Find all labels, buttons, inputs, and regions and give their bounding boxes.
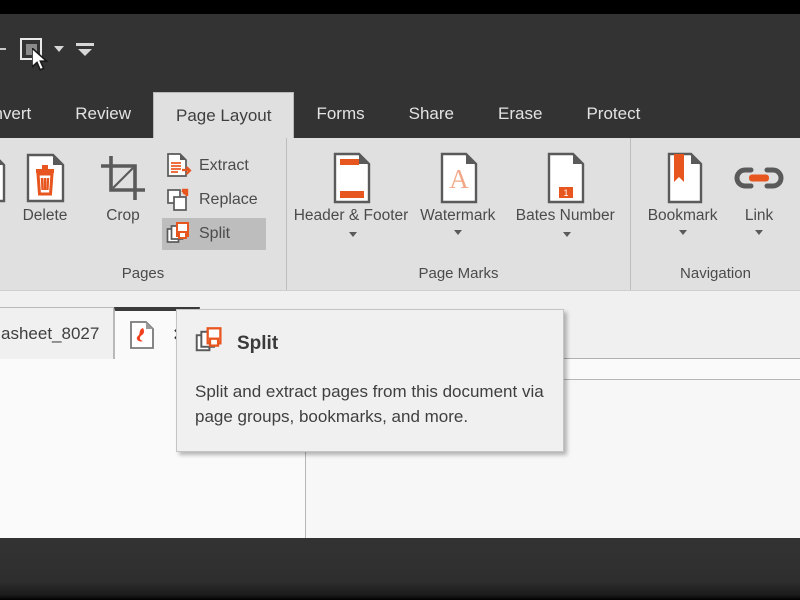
split-label: Split (199, 225, 230, 243)
ribbon-group-pages: e (0, 138, 286, 290)
ribbon-tab-review[interactable]: Review (53, 90, 153, 138)
bookmark-button[interactable]: Bookmark (639, 144, 726, 239)
window-top-edge (0, 0, 800, 14)
ribbon-tab-label: Review (75, 104, 131, 124)
bates-number-button[interactable]: 1 Bates Number (511, 144, 620, 244)
crop-icon (98, 152, 148, 204)
page-trash-icon (22, 152, 68, 204)
bookmark-label: Bookmark (648, 207, 718, 224)
ribbon-tab-label: Page Layout (176, 106, 271, 126)
ribbon-group-title-navigation: Navigation (631, 265, 800, 290)
header-footer-icon (327, 152, 375, 204)
header-footer-button[interactable]: Header & Footer (297, 144, 405, 244)
ribbon-tab-forms[interactable]: Forms (294, 90, 386, 138)
toolbar-overflow-left-icon (0, 39, 14, 59)
ribbon-tab-page-layout[interactable]: Page Layout (153, 92, 294, 138)
ribbon-tab-erase[interactable]: Erase (476, 90, 564, 138)
bookmark-icon (659, 152, 707, 204)
quick-access-toolbar (0, 14, 800, 90)
page-extract-icon (166, 153, 192, 179)
chevron-down-icon (54, 46, 64, 52)
crop-pages-label: Crop (106, 207, 140, 224)
ribbon-tab-label: Protect (586, 104, 640, 124)
link-button[interactable]: Link (726, 144, 792, 239)
split-tooltip: Split Split and extract pages from this … (176, 309, 564, 452)
page-split-icon (166, 221, 192, 247)
application-window: onvert Review Page Layout Forms Share Er… (0, 0, 800, 600)
chevron-down-icon[interactable] (563, 232, 571, 237)
ribbon-tab-share[interactable]: Share (387, 90, 476, 138)
svg-text:1: 1 (564, 188, 569, 198)
watermark-icon: A (434, 152, 482, 204)
bates-number-label: Bates Number (516, 207, 615, 224)
ribbon-tab-convert[interactable]: onvert (0, 90, 53, 138)
ribbon-tab-bar: onvert Review Page Layout Forms Share Er… (0, 90, 800, 138)
customize-toolbar-button[interactable] (70, 32, 100, 66)
link-label: Link (745, 207, 773, 224)
extract-label: Extract (199, 157, 249, 175)
square-select-button[interactable] (14, 32, 48, 66)
header-footer-label: Header & Footer (294, 207, 409, 224)
bates-number-icon: 1 (541, 152, 589, 204)
svg-text:A: A (449, 164, 469, 194)
ribbon-tab-label: Share (409, 104, 454, 124)
ribbon-tab-protect[interactable]: Protect (564, 90, 662, 138)
chevron-down-icon[interactable] (454, 230, 462, 235)
delete-pages-button[interactable]: Delete (6, 144, 84, 225)
tooltip-title: Split (237, 333, 278, 355)
crop-pages-button[interactable]: Crop (84, 144, 162, 225)
ribbon-group-page-marks: Header & Footer A Watermark (286, 138, 630, 290)
chevron-down-icon[interactable] (349, 232, 357, 237)
page-split-icon (195, 326, 225, 361)
replace-label: Replace (199, 191, 258, 209)
extract-button[interactable]: Extract (162, 150, 266, 182)
pages-small-button-column: Extract Replace (162, 144, 266, 250)
ribbon-tab-label: Erase (498, 104, 542, 124)
tooltip-description: Split and extract pages from this docume… (195, 379, 545, 429)
pdf-document-icon (129, 320, 155, 350)
delete-pages-label: Delete (23, 207, 68, 224)
ribbon-group-navigation: Bookmark (630, 138, 800, 290)
viewer-background (0, 538, 800, 600)
bars-dropdown-icon (76, 43, 94, 46)
document-tab-label: asheet_8027 (1, 324, 99, 344)
ribbon-group-title-pages: Pages (0, 265, 286, 290)
chevron-down-icon[interactable] (679, 230, 687, 235)
ribbon-tab-label: Forms (316, 104, 364, 124)
document-tab-datasheet[interactable]: asheet_8027 (0, 307, 114, 359)
split-button[interactable]: Split (162, 218, 266, 250)
page-replace-icon (166, 187, 192, 213)
replace-button[interactable]: Replace (162, 184, 266, 216)
ribbon-panel: e (0, 138, 800, 291)
chevron-down-icon[interactable] (755, 230, 763, 235)
link-icon (732, 152, 786, 204)
watermark-label: Watermark (420, 207, 495, 224)
ribbon-group-title-page-marks: Page Marks (287, 265, 630, 290)
ribbon-tab-label: onvert (0, 104, 31, 124)
watermark-button[interactable]: A Watermark (405, 144, 511, 239)
